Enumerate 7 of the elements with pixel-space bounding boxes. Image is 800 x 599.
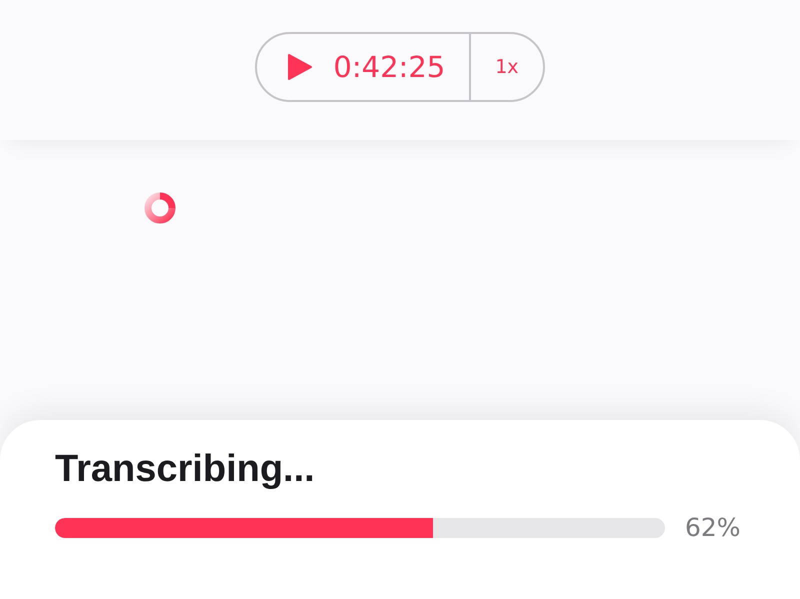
playback-time: 0:42:25	[333, 50, 446, 84]
play-icon	[285, 53, 314, 81]
play-button[interactable]: 0:42:25	[257, 34, 472, 100]
spinner-icon	[142, 190, 178, 226]
status-title: Transcribing...	[55, 448, 316, 491]
speed-button[interactable]: 1x	[471, 34, 543, 100]
progress-percent: 62%	[685, 513, 741, 542]
